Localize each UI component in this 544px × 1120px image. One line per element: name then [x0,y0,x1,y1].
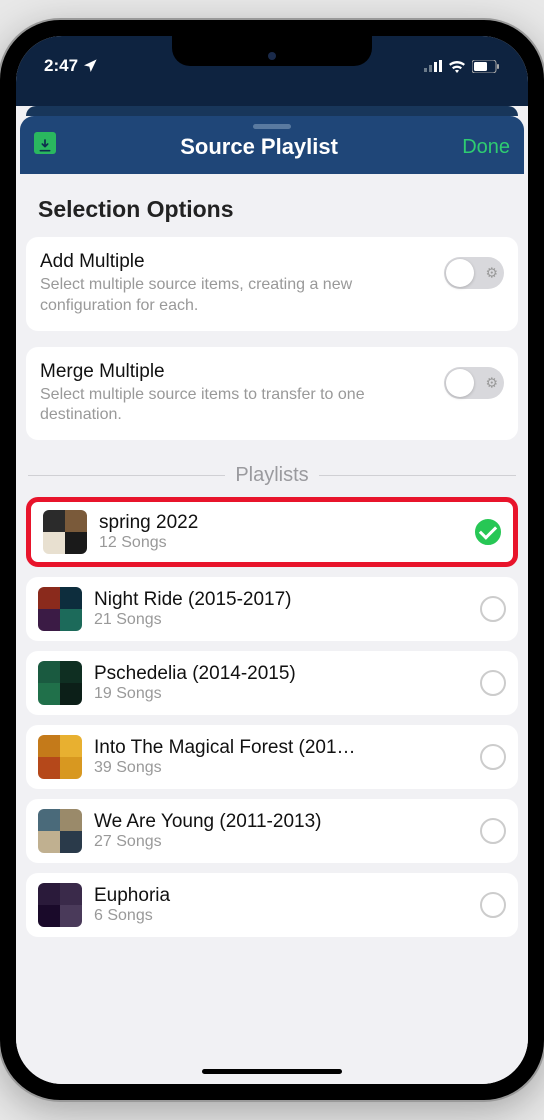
playlist-artwork [38,587,82,631]
status-icons [424,60,500,73]
screen: 2:47 Source Playlist Done Selection Opti… [16,36,528,1084]
playlist-subtitle: 19 Songs [94,685,468,703]
playlist-artwork [38,883,82,927]
playlist-subtitle: 21 Songs [94,611,468,629]
toggle-merge multiple[interactable]: ⚙ [444,367,504,399]
playlist-row[interactable]: Into The Magical Forest (201… 39 Songs [26,725,518,789]
selection-options-heading: Selection Options [16,174,528,237]
wifi-icon [448,60,466,73]
playlists-divider: Playlists [16,464,528,497]
home-indicator[interactable] [202,1069,342,1074]
download-button[interactable] [34,132,56,154]
location-icon [82,58,98,74]
download-icon [37,138,53,154]
status-time: 2:47 [44,56,78,76]
playlist-subtitle: 39 Songs [94,759,468,777]
option-desc: Select multiple source items, creating a… [40,275,434,317]
sheet-grabber[interactable] [253,124,291,129]
sheet-header: Source Playlist Done [20,116,524,174]
notch [172,36,372,66]
playlist-row[interactable]: We Are Young (2011-2013) 27 Songs [26,799,518,863]
battery-icon [472,60,500,73]
checkmark-icon[interactable] [475,519,501,545]
playlist-artwork [38,809,82,853]
unselected-circle[interactable] [480,670,506,696]
unselected-circle[interactable] [480,596,506,622]
playlist-subtitle: 12 Songs [99,534,463,552]
playlist-title: We Are Young (2011-2013) [94,811,468,833]
playlist-title: Euphoria [94,885,468,907]
option-card: Merge Multiple Select multiple source it… [26,347,518,441]
content-area: Selection Options Add Multiple Select mu… [16,174,528,1084]
option-title: Merge Multiple [40,361,434,383]
header-backdrop [16,84,528,106]
gear-icon: ⚙ [485,265,498,282]
playlist-subtitle: 27 Songs [94,833,468,851]
playlist-row[interactable]: Pschedelia (2014-2015) 19 Songs [26,651,518,715]
done-button[interactable]: Done [462,136,510,159]
option-title: Add Multiple [40,251,434,273]
playlist-artwork [38,661,82,705]
playlists-label: Playlists [235,464,308,487]
playlist-row[interactable]: Night Ride (2015-2017) 21 Songs [26,577,518,641]
sheet-title: Source Playlist [180,134,338,160]
toggle-add multiple[interactable]: ⚙ [444,257,504,289]
unselected-circle[interactable] [480,818,506,844]
cellular-icon [424,60,442,72]
playlist-title: spring 2022 [99,512,463,534]
playlist-subtitle: 6 Songs [94,907,468,925]
option-desc: Select multiple source items to transfer… [40,385,434,427]
playlist-title: Night Ride (2015-2017) [94,589,468,611]
playlist-artwork [38,735,82,779]
playlist-artwork [43,510,87,554]
option-card: Add Multiple Select multiple source item… [26,237,518,331]
playlist-row[interactable]: Euphoria 6 Songs [26,873,518,937]
playlist-title: Pschedelia (2014-2015) [94,663,468,685]
playlist-title: Into The Magical Forest (201… [94,737,468,759]
gear-icon: ⚙ [485,374,498,391]
phone-frame: 2:47 Source Playlist Done Selection Opti… [0,20,544,1100]
sheet-backdrop [26,106,518,116]
unselected-circle[interactable] [480,744,506,770]
playlist-row[interactable]: spring 2022 12 Songs [26,497,518,567]
unselected-circle[interactable] [480,892,506,918]
